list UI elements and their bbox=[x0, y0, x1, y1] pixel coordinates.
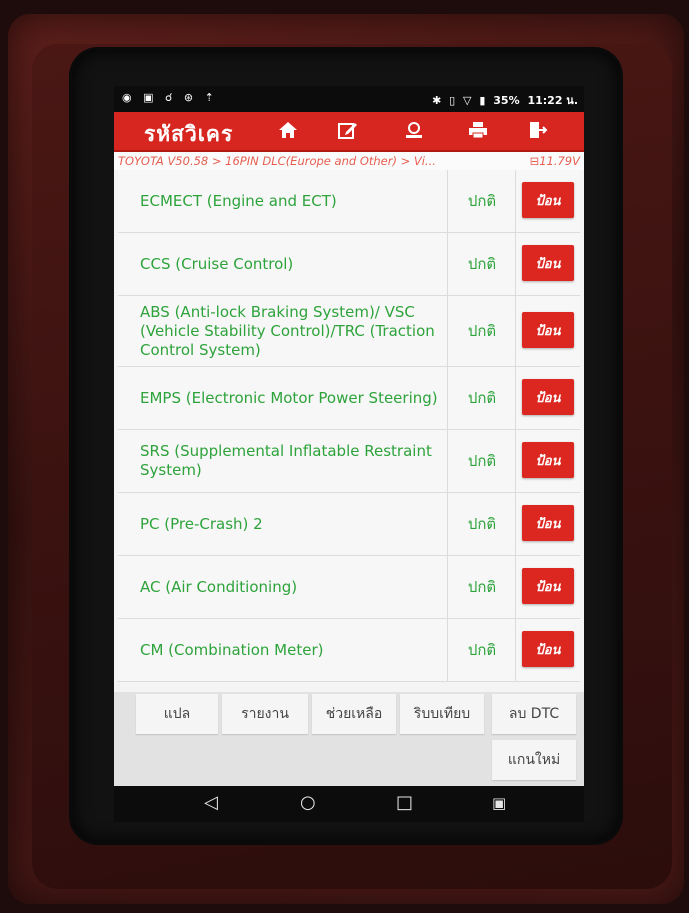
status-right: ✱ ▯ ▽ ▮ 35% 11:22 น. bbox=[428, 91, 578, 109]
enter-button[interactable]: ป้อน bbox=[522, 631, 574, 667]
breadcrumb: TOYOTA V50.58 > 16PIN DLC(Europe and Oth… bbox=[114, 152, 584, 170]
list-item[interactable]: AC (Air Conditioning) ปกติ ป้อน bbox=[118, 556, 580, 619]
profile-icon bbox=[406, 122, 422, 138]
bottom-toolbar: แปล รายงาน ช่วยเหลือ ริบบเทียบ ลบ DTC แก… bbox=[114, 692, 584, 786]
exit-icon bbox=[530, 122, 548, 138]
page-title: รหัสวิเคร bbox=[144, 122, 234, 146]
rescan-button[interactable]: แกนใหม่ bbox=[492, 740, 576, 780]
compare-button[interactable]: ริบบเทียบ bbox=[400, 694, 484, 734]
list-item[interactable]: ECMECT (Engine and ECT) ปกติ ป้อน bbox=[118, 170, 580, 233]
tablet-screen: ◉ ▣ ☌ ⊛ ⇡ ✱ ▯ ▽ ▮ 35% 11:22 น. รหัสวิเคร… bbox=[114, 86, 584, 786]
notification-icons: ◉ ▣ ☌ ⊛ ⇡ bbox=[122, 91, 218, 104]
system-status: ปกติ bbox=[449, 367, 516, 429]
recents-icon[interactable]: □ bbox=[396, 792, 413, 813]
vibrate-icon: ▯ bbox=[449, 94, 456, 107]
system-status: ปกติ bbox=[449, 619, 516, 681]
home-icon bbox=[279, 122, 297, 138]
system-name: CM (Combination Meter) bbox=[118, 619, 448, 681]
clear-dtc-button[interactable]: ลบ DTC bbox=[492, 694, 576, 734]
battery-level: 35% bbox=[493, 94, 520, 107]
system-name: ECMECT (Engine and ECT) bbox=[118, 170, 448, 232]
system-name: ABS (Anti-lock Braking System)/ VSC (Veh… bbox=[118, 296, 448, 366]
help-button[interactable]: ช่วยเหลือ bbox=[312, 694, 396, 734]
status-bar: ◉ ▣ ☌ ⊛ ⇡ ✱ ▯ ▽ ▮ 35% 11:22 น. bbox=[114, 86, 584, 112]
system-status: ปกติ bbox=[449, 493, 516, 555]
enter-button[interactable]: ป้อน bbox=[522, 245, 574, 281]
system-status: ปกติ bbox=[449, 556, 516, 618]
system-list: ECMECT (Engine and ECT) ปกติ ป้อน CCS (C… bbox=[118, 170, 580, 682]
battery-voltage-icon: ⊟ bbox=[529, 154, 540, 168]
exit-button[interactable] bbox=[510, 116, 566, 146]
enter-button[interactable]: ป้อน bbox=[522, 312, 574, 348]
bluetooth-icon: ✱ bbox=[432, 94, 442, 107]
clock: 11:22 น. bbox=[527, 94, 578, 107]
wifi-icon: ▽ bbox=[463, 94, 472, 107]
system-name: EMPS (Electronic Motor Power Steering) bbox=[118, 367, 448, 429]
system-name: SRS (Supplemental Inflatable Restraint S… bbox=[118, 430, 448, 492]
print-button[interactable] bbox=[450, 116, 506, 146]
list-item[interactable]: SRS (Supplemental Inflatable Restraint S… bbox=[118, 430, 580, 493]
list-item[interactable]: EMPS (Electronic Motor Power Steering) ป… bbox=[118, 367, 580, 430]
list-item[interactable]: PC (Pre-Crash) 2 ปกติ ป้อน bbox=[118, 493, 580, 556]
list-item[interactable]: ABS (Anti-lock Braking System)/ VSC (Veh… bbox=[118, 296, 580, 367]
system-name: CCS (Cruise Control) bbox=[118, 233, 448, 295]
system-status: ปกติ bbox=[449, 170, 516, 232]
system-status: ปกติ bbox=[449, 233, 516, 295]
edit-button[interactable] bbox=[320, 116, 376, 146]
enter-button[interactable]: ป้อน bbox=[522, 505, 574, 541]
report-button[interactable]: รายงาน bbox=[222, 694, 308, 734]
app-header: รหัสวิเคร bbox=[114, 112, 584, 152]
home-button[interactable] bbox=[260, 116, 316, 146]
enter-button[interactable]: ป้อน bbox=[522, 568, 574, 604]
enter-button[interactable]: ป้อน bbox=[522, 182, 574, 218]
list-item[interactable]: CCS (Cruise Control) ปกติ ป้อน bbox=[118, 233, 580, 296]
system-status: ปกติ bbox=[449, 296, 516, 366]
voltage-readout: ⊟11.79V bbox=[529, 154, 580, 168]
battery-icon: ▮ bbox=[479, 94, 486, 107]
print-icon bbox=[469, 122, 487, 139]
system-name: PC (Pre-Crash) 2 bbox=[118, 493, 448, 555]
enter-button[interactable]: ป้อน bbox=[522, 379, 574, 415]
enter-button[interactable]: ป้อน bbox=[522, 442, 574, 478]
system-name: AC (Air Conditioning) bbox=[118, 556, 448, 618]
translate-button[interactable]: แปล bbox=[136, 694, 218, 734]
system-status: ปกติ bbox=[449, 430, 516, 492]
edit-icon bbox=[338, 123, 357, 139]
android-nav-bar: ◁ ○ □ ▣ bbox=[114, 786, 584, 822]
breadcrumb-path: TOYOTA V50.58 > 16PIN DLC(Europe and Oth… bbox=[118, 154, 436, 168]
home-circle-icon[interactable]: ○ bbox=[300, 792, 316, 813]
screenshot-icon[interactable]: ▣ bbox=[492, 794, 506, 812]
list-item[interactable]: CM (Combination Meter) ปกติ ป้อน bbox=[118, 619, 580, 682]
back-icon[interactable]: ◁ bbox=[204, 792, 218, 813]
profile-button[interactable] bbox=[386, 116, 442, 146]
